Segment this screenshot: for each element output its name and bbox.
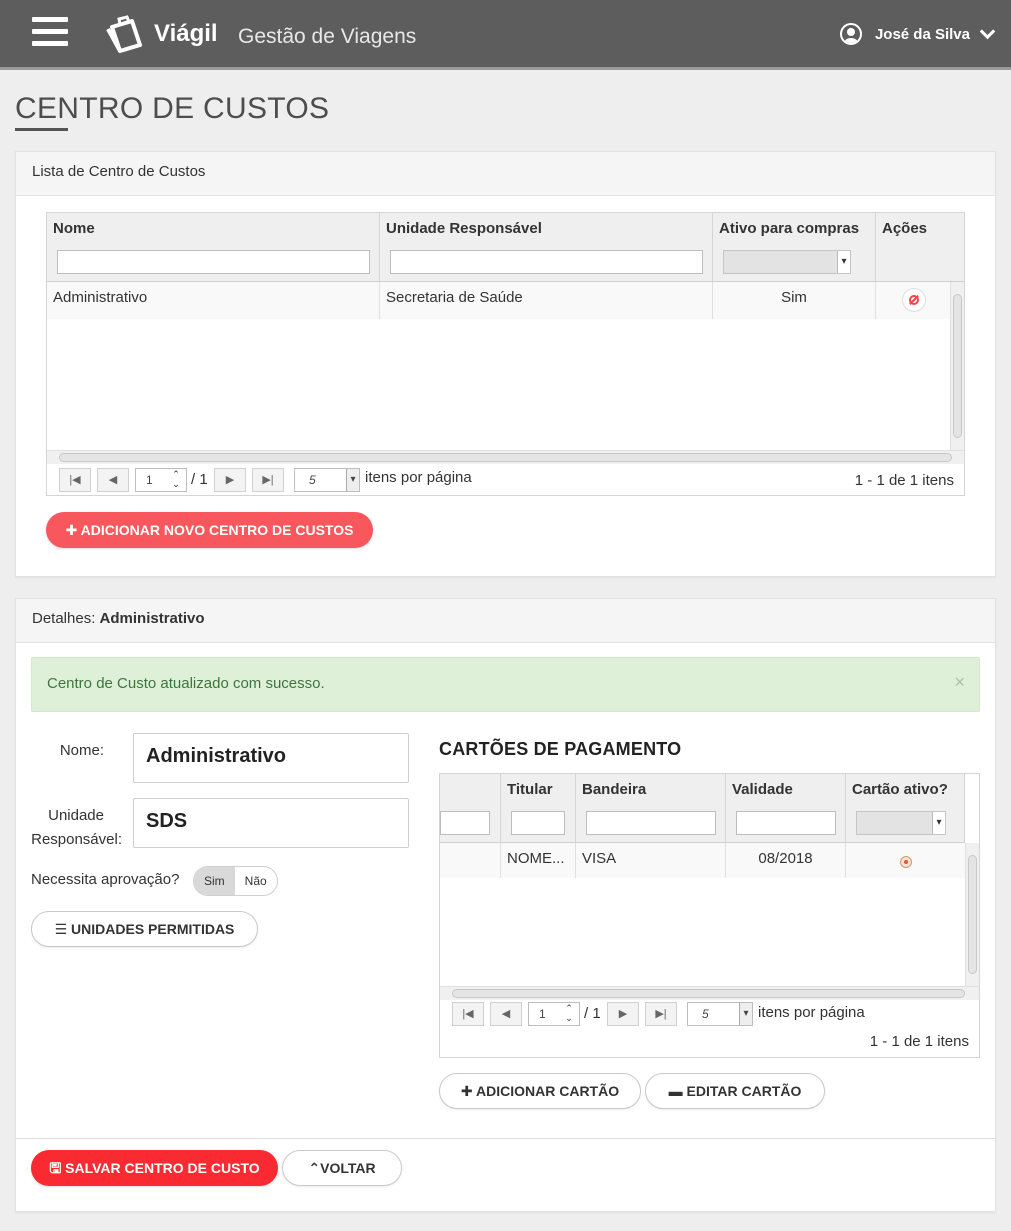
brand-logo[interactable]: Viágil bbox=[106, 14, 218, 54]
suitcase-logo-icon bbox=[106, 15, 148, 53]
filter-nome-input[interactable] bbox=[57, 250, 370, 274]
cost-center-detail-panel: Detalhes: Administrativo Centro de Custo… bbox=[15, 598, 996, 1212]
pager-summary: 1 - 1 de 1 itens bbox=[869, 1033, 969, 1050]
nome-label: Nome: bbox=[59, 742, 104, 759]
filter-validade-input[interactable] bbox=[736, 811, 836, 835]
add-cost-center-button[interactable]: ✚ ADICIONAR NOVO CENTRO DE CUSTOS bbox=[46, 512, 373, 548]
horizontal-scrollbar[interactable] bbox=[440, 986, 979, 1000]
delete-icon[interactable] bbox=[902, 288, 926, 312]
unidade-input[interactable]: SDS bbox=[133, 798, 409, 848]
last-page-button[interactable]: ▶| bbox=[645, 1002, 677, 1026]
success-alert: Centro de Custo atualizado com sucesso. … bbox=[31, 657, 980, 712]
detail-heading: Detalhes: Administrativo bbox=[16, 599, 995, 643]
page-number-input[interactable]: 1 bbox=[135, 468, 187, 492]
cell-bandeira: VISA bbox=[576, 843, 726, 878]
horizontal-scrollbar[interactable] bbox=[47, 450, 964, 464]
brand-name: Viágil bbox=[154, 20, 218, 47]
filter-bandeira-input[interactable] bbox=[586, 811, 716, 835]
filter-unidade-input[interactable] bbox=[390, 250, 703, 274]
last-page-button[interactable]: ▶| bbox=[252, 468, 284, 492]
filter-cartao-ativo-select[interactable] bbox=[856, 811, 946, 835]
first-page-button[interactable]: |◀ bbox=[452, 1002, 484, 1026]
vertical-scrollbar[interactable] bbox=[965, 843, 979, 986]
page-size-select[interactable]: 5 bbox=[294, 468, 360, 492]
table-row[interactable]: Administrativo Secretaria de Saúde Sim bbox=[47, 282, 950, 319]
filter-ativo-select[interactable] bbox=[723, 250, 851, 274]
page-count: / 1 bbox=[584, 1005, 601, 1022]
prev-page-button[interactable]: ◀ bbox=[490, 1002, 522, 1026]
cell-ativo: Sim bbox=[713, 282, 876, 319]
items-per-page-label: itens por página bbox=[365, 469, 472, 486]
prev-page-button[interactable]: ◀ bbox=[97, 468, 129, 492]
aprovacao-label: Necessita aprovação? bbox=[31, 871, 180, 888]
cost-center-grid: Nome Unidade Responsável Ativo para comp… bbox=[46, 212, 965, 496]
toggle-nao[interactable]: Não bbox=[235, 867, 277, 895]
page-size-select[interactable]: 5 bbox=[687, 1002, 753, 1026]
cell-cartao-ativo bbox=[846, 843, 965, 878]
page-number-input[interactable]: 1 bbox=[528, 1002, 580, 1026]
next-page-button[interactable]: ▶ bbox=[607, 1002, 639, 1026]
plus-icon: ✚ bbox=[460, 1083, 473, 1099]
panel-heading: Lista de Centro de Custos bbox=[16, 152, 995, 196]
cards-pager: |◀ ◀ 1 / 1 ▶ ▶| 5 itens por página 1 - 1… bbox=[440, 1000, 979, 1057]
back-button[interactable]: ⌃VOLTAR bbox=[282, 1150, 402, 1186]
unidades-permitidas-button[interactable]: ☰ UNIDADES PERMITIDAS bbox=[31, 911, 258, 947]
edit-card-button[interactable]: ▬ EDITAR CARTÃO bbox=[645, 1073, 825, 1109]
first-page-button[interactable]: |◀ bbox=[59, 468, 91, 492]
table-row[interactable]: NOME... VISA 08/2018 bbox=[440, 843, 965, 878]
cost-center-list-panel: Lista de Centro de Custos Nome Unidade R… bbox=[15, 151, 996, 577]
filter-titular-input[interactable] bbox=[511, 811, 565, 835]
cards-grid: Titular Bandeira Validade Cartão ativo? … bbox=[439, 773, 980, 1058]
chevron-up-icon: ⌃ bbox=[308, 1160, 321, 1176]
nome-input[interactable]: Administrativo bbox=[133, 733, 409, 783]
cards-section-title: CARTÕES DE PAGAMENTO bbox=[439, 739, 682, 759]
save-icon: 🖫 bbox=[49, 1160, 62, 1176]
page-count: / 1 bbox=[191, 471, 208, 488]
cell-hidden bbox=[440, 843, 501, 878]
plus-icon: ✚ bbox=[65, 522, 78, 538]
credit-card-icon: ▬ bbox=[668, 1083, 683, 1099]
list-icon: ☰ bbox=[54, 921, 68, 937]
cell-validade: 08/2018 bbox=[726, 843, 846, 878]
chevron-down-icon bbox=[979, 23, 996, 39]
cell-unidade: Secretaria de Saúde bbox=[380, 282, 713, 319]
pager-summary: 1 - 1 de 1 itens bbox=[854, 472, 954, 489]
cards-grid-header: Titular Bandeira Validade Cartão ativo? bbox=[440, 774, 965, 843]
add-card-button[interactable]: ✚ ADICIONAR CARTÃO bbox=[439, 1073, 641, 1109]
close-icon[interactable]: × bbox=[954, 672, 965, 693]
cell-nome: Administrativo bbox=[47, 282, 380, 319]
cell-titular: NOME... bbox=[501, 843, 576, 878]
active-radio-icon[interactable] bbox=[900, 856, 912, 868]
filter-hidden-input[interactable] bbox=[440, 811, 490, 835]
save-cost-center-button[interactable]: 🖫 SALVAR CENTRO DE CUSTO bbox=[31, 1150, 278, 1186]
items-per-page-label: itens por página bbox=[758, 1004, 865, 1021]
user-name: José da Silva bbox=[874, 25, 970, 43]
grid-pager: |◀ ◀ 1 / 1 ▶ ▶| 5 itens por página 1 - 1… bbox=[47, 464, 964, 495]
menu-icon[interactable] bbox=[32, 17, 68, 47]
unidade-label-line2: Responsável: bbox=[31, 831, 122, 848]
top-bar: Viágil Gestão de Viagens José da Silva bbox=[0, 0, 1011, 70]
app-title: Gestão de Viagens bbox=[238, 25, 417, 48]
vertical-scrollbar[interactable] bbox=[950, 282, 964, 450]
page-title-underline bbox=[15, 128, 68, 131]
grid-header: Nome Unidade Responsável Ativo para comp… bbox=[47, 213, 964, 282]
cell-acoes bbox=[876, 282, 950, 319]
column-header-acoes: Ações bbox=[882, 220, 928, 237]
next-page-button[interactable]: ▶ bbox=[214, 468, 246, 492]
user-icon bbox=[839, 23, 862, 45]
page-title: CENTRO DE CUSTOS bbox=[15, 92, 330, 125]
aprovacao-toggle[interactable]: Sim Não bbox=[193, 866, 278, 896]
toggle-sim[interactable]: Sim bbox=[194, 867, 235, 895]
footer-divider bbox=[16, 1138, 995, 1139]
unidade-label-line1: Unidade bbox=[48, 807, 104, 824]
user-menu[interactable]: José da Silva bbox=[839, 23, 996, 45]
